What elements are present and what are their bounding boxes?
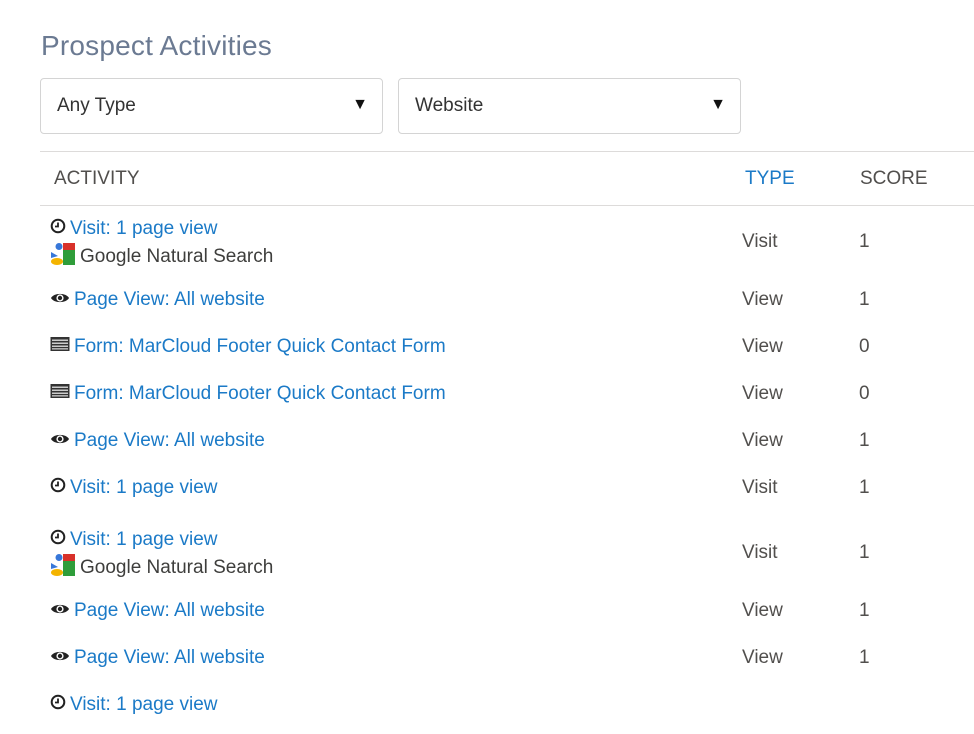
table-row: Page View: All website View 1 [40,423,974,470]
type-cell: View [742,289,783,310]
activity-type-select[interactable]: Any Type ▼ [40,78,383,134]
activity-link[interactable]: Page View: All website [50,289,265,310]
type-cell: Visit [742,477,778,498]
type-cell: View [742,336,783,357]
type-cell: View [742,647,783,668]
score-cell: 1 [859,542,870,563]
activity-cell: Page View: All website [50,600,265,622]
activity-cell: Form: MarCloud Footer Quick Contact Form [50,383,446,405]
activity-cell: Page View: All website [50,647,265,669]
activity-cell: Page View: All website [50,430,265,452]
column-header-score: SCORE [860,168,928,189]
activity-cell: Page View: All website [50,289,265,311]
type-cell: Visit [742,231,778,252]
activity-cell: Visit: 1 page view Google Natural Search [50,218,273,272]
clock-icon [50,218,66,240]
clock-icon [50,529,66,551]
activity-link[interactable]: Visit: 1 page view [50,694,218,715]
eye-icon [50,289,70,311]
table-row: Form: MarCloud Footer Quick Contact Form… [40,329,974,376]
type-cell: View [742,383,783,404]
activity-cell: Form: MarCloud Footer Quick Contact Form [50,336,446,358]
source: Google Natural Search [50,553,273,583]
activity-cell: Visit: 1 page view Google Natural Search [50,529,273,583]
score-cell: 1 [859,647,870,668]
source: Google Natural Search [50,242,273,272]
activity-link[interactable]: Visit: 1 page view [50,218,218,239]
activity-link[interactable]: Page View: All website [50,430,265,451]
table-row: Page View: All website View 1 [40,593,974,640]
google-icon [50,553,76,583]
column-header-type[interactable]: TYPE [745,168,795,190]
type-cell: Visit [742,542,778,563]
activity-type-value: Any Type [57,95,136,116]
eye-icon [50,600,70,622]
clock-icon [50,477,66,499]
score-cell: 1 [859,477,870,498]
type-cell: View [742,600,783,621]
activity-link[interactable]: Visit: 1 page view [50,529,218,550]
dropdown-arrow-icon: ▼ [352,96,368,113]
type-cell: View [742,430,783,451]
score-cell: 1 [859,600,870,621]
score-cell: 0 [859,383,870,404]
table-row: Visit: 1 page view Visit 1 [40,470,974,517]
channel-value: Website [415,95,484,116]
activity-cell: Visit: 1 page view [50,694,218,716]
table-row: Visit: 1 page view [40,687,974,734]
score-cell: 1 [859,231,870,252]
table-row: Page View: All website View 1 [40,282,974,329]
activity-cell: Visit: 1 page view [50,477,218,499]
table-body: Visit: 1 page view Google Natural Search… [40,206,974,734]
score-cell: 0 [859,336,870,357]
activity-link[interactable]: Form: MarCloud Footer Quick Contact Form [50,336,446,357]
table-header: ACTIVITY TYPE SCORE [40,151,974,206]
table-row: Form: MarCloud Footer Quick Contact Form… [40,376,974,423]
table-row: Visit: 1 page view Google Natural Search… [40,517,974,593]
eye-icon [50,430,70,452]
page-title: Prospect Activities [41,30,272,61]
clock-icon [50,694,66,716]
channel-select[interactable]: Website ▼ [398,78,741,134]
column-header-activity: ACTIVITY [54,168,140,189]
table-row: Visit: 1 page view Google Natural Search… [40,206,974,282]
score-cell: 1 [859,289,870,310]
activity-link[interactable]: Page View: All website [50,600,265,621]
score-cell: 1 [859,430,870,451]
google-icon [50,242,76,272]
activity-link[interactable]: Visit: 1 page view [50,477,218,498]
eye-icon [50,647,70,669]
table-row: Page View: All website View 1 [40,640,974,687]
dropdown-arrow-icon: ▼ [710,96,726,113]
activity-link[interactable]: Form: MarCloud Footer Quick Contact Form [50,383,446,404]
activity-link[interactable]: Page View: All website [50,647,265,668]
form-icon [50,383,70,405]
activities-table: ACTIVITY TYPE SCORE Visit: 1 page view G… [40,151,974,734]
form-icon [50,336,70,358]
